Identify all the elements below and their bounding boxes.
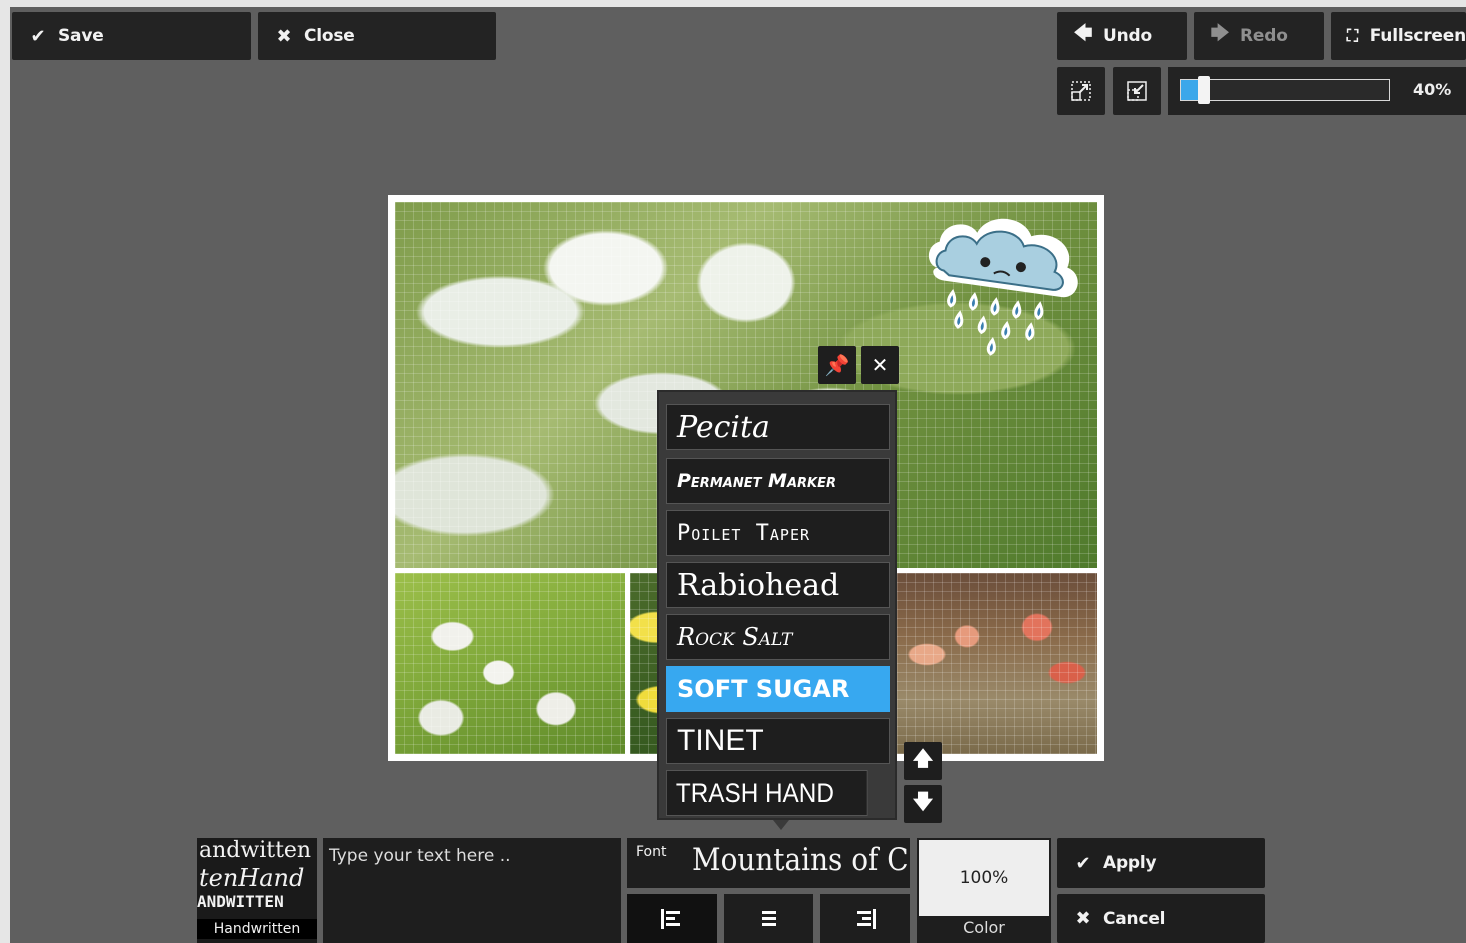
close-popup-button[interactable]: ✕ [861,346,899,384]
font-label: Font [636,844,667,860]
close-label: Close [304,26,355,46]
shrink-icon [1127,81,1147,101]
x-icon: ✖ [1075,908,1091,929]
shrink-button[interactable] [1113,67,1161,115]
align-right-icon [857,908,876,929]
zoom-slider[interactable]: 40% [1168,67,1466,115]
arrow-left-icon: 🡄 [1073,23,1093,44]
font-option-label: Soft Sugar [677,675,850,703]
zoom-value: 40% [1413,80,1452,99]
enlarge-button[interactable] [1057,67,1105,115]
font-option[interactable]: Permanet Marker [666,458,890,504]
arrow-right-icon: 🡆 [1210,23,1230,44]
move-up-button[interactable]: 🡅 [904,742,942,780]
font-category-preview[interactable]: andwitten tenHand ANDWITTEN Handwritten [197,838,317,943]
redo-label: Redo [1240,26,1288,46]
photo-lily-of-valley[interactable] [395,573,625,754]
check-icon: ✔ [1075,852,1091,874]
arrow-down-icon: 🡇 [912,789,934,813]
font-option-label: Tinet [677,724,764,757]
rain-cloud-sticker[interactable] [914,207,1094,367]
cancel-button[interactable]: ✖ Cancel [1057,894,1265,943]
fullscreen-icon: ⛶ [1346,26,1358,45]
font-option[interactable]: Poilet Taper [666,510,890,556]
move-down-button[interactable]: 🡇 [904,785,942,823]
apply-label: Apply [1103,853,1157,873]
arrow-up-icon: 🡅 [912,746,934,770]
font-option-label: Rabiohead [677,567,840,603]
popup-pointer [773,820,789,830]
font-selector[interactable]: Font Mountains of C [627,838,910,888]
check-icon: ✔ [30,25,46,47]
fullscreen-label: Fullscreen [1369,26,1466,46]
font-option-label: Permanet Marker [677,470,836,492]
align-left-icon [661,908,680,929]
undo-label: Undo [1103,26,1152,46]
align-center-button[interactable] [724,894,813,943]
undo-button[interactable]: 🡄 Undo [1057,12,1187,60]
zoom-fill [1181,80,1198,100]
zoom-handle[interactable] [1197,76,1210,104]
font-option-label: Pecita [677,409,770,445]
font-option[interactable]: Tinet [666,718,890,764]
align-left-button[interactable] [627,894,717,943]
font-value: Mountains of C [692,842,909,878]
font-option[interactable]: Rabiohead [666,562,890,608]
text-input[interactable]: Type your text here .. [323,838,621,943]
cancel-label: Cancel [1103,908,1166,929]
x-icon: ✖ [276,25,292,47]
color-picker[interactable]: 100% Color [917,838,1051,943]
apply-button[interactable]: ✔ Apply [1057,838,1265,888]
redo-button[interactable]: 🡆 Redo [1194,12,1324,60]
color-label: Color [963,918,1005,937]
pin-button[interactable]: 📌 [818,346,856,384]
pin-icon: 📌 [824,353,850,377]
grid-overlay [897,573,1097,754]
font-option-label: Poilet Taper [677,520,811,546]
text-input-placeholder: Type your text here .. [329,846,511,866]
preview-line: andwitten [199,838,312,863]
align-center-icon [761,910,776,926]
font-option-label: Trash Hand [675,777,834,808]
close-button[interactable]: ✖ Close [258,12,496,60]
font-option[interactable]: Pecita [666,404,890,450]
grid-overlay [395,573,625,754]
font-option-selected[interactable]: Soft Sugar [666,666,890,712]
preview-line: ANDWITTEN [197,892,284,911]
fullscreen-button[interactable]: ⛶ Fullscreen [1331,12,1466,60]
photo-tulips[interactable] [897,573,1097,754]
font-option[interactable]: Trash Hand [666,770,868,816]
font-option[interactable]: Rock Salt [666,614,890,660]
preview-label: Handwritten [197,919,317,939]
zoom-track[interactable] [1180,76,1390,104]
save-label: Save [58,26,104,46]
save-button[interactable]: ✔ Save [12,12,251,60]
x-icon: ✕ [871,353,889,377]
align-right-button[interactable] [820,894,910,943]
preview-line: tenHand [199,864,305,892]
font-option-label: Rock Salt [677,623,793,651]
color-swatch[interactable]: 100% [919,840,1049,916]
font-list-popup: Pecita Permanet Marker Poilet Taper Rabi… [657,390,897,820]
enlarge-icon [1071,81,1091,101]
color-value: 100% [959,868,1009,888]
